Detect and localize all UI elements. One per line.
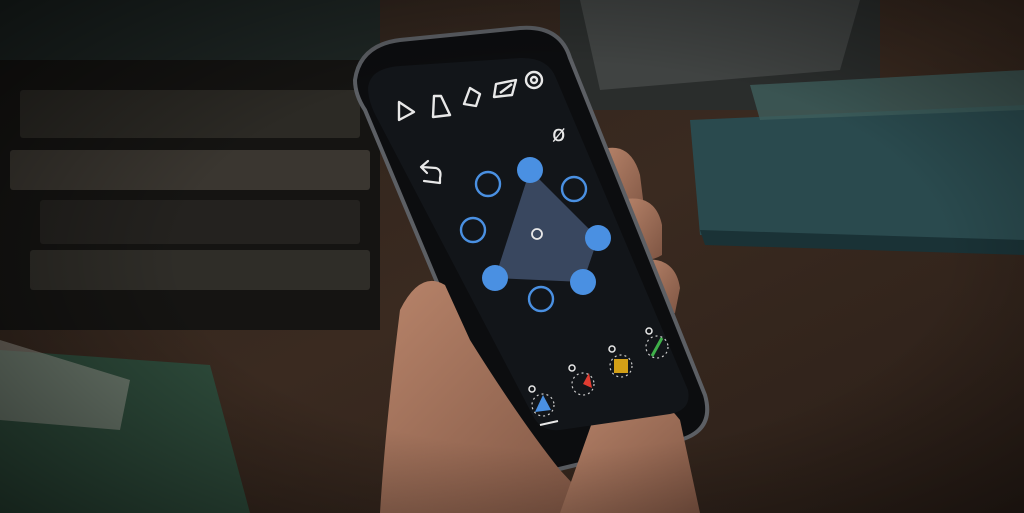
null-symbol[interactable]: ø xyxy=(552,122,565,147)
active-node[interactable] xyxy=(585,225,611,251)
active-node[interactable] xyxy=(517,157,543,183)
active-node[interactable] xyxy=(482,265,508,291)
app-screen: ø xyxy=(368,57,689,431)
active-node[interactable] xyxy=(570,269,596,295)
